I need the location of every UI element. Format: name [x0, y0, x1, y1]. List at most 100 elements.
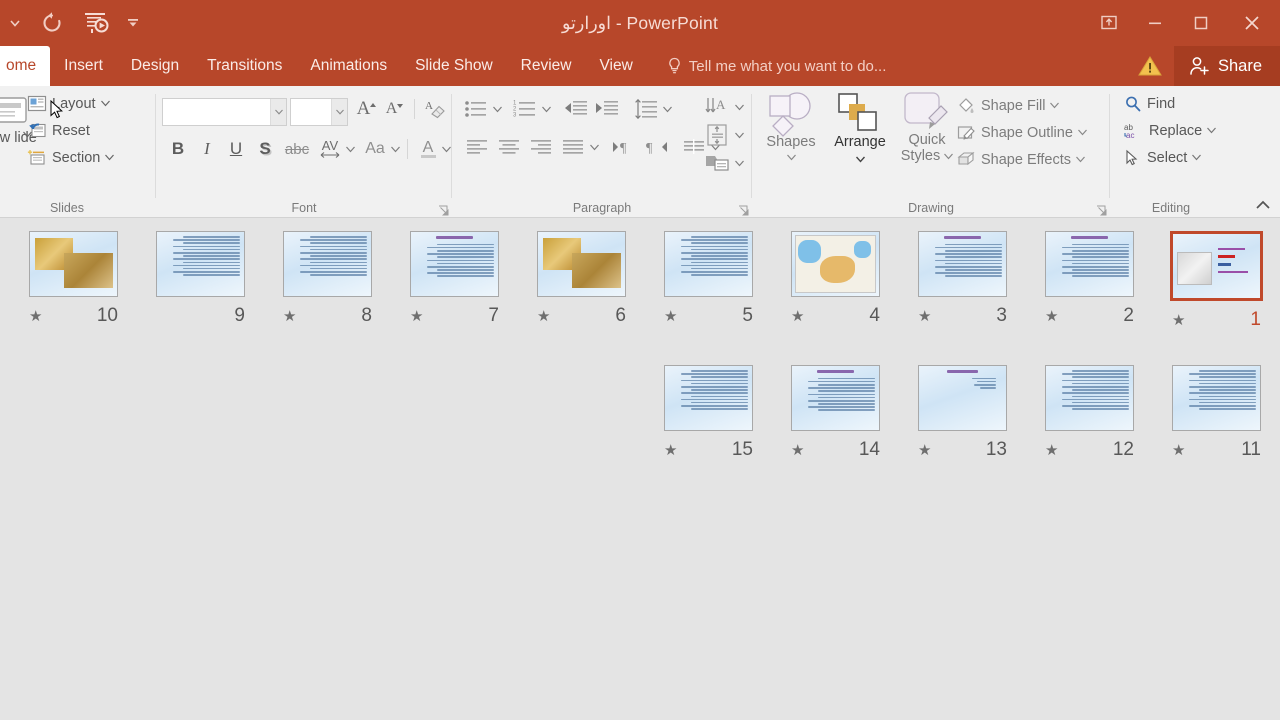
slide-thumbnail-image[interactable]	[791, 365, 880, 431]
slide-thumbnail-7[interactable]: ★ 7	[391, 219, 518, 353]
slide-thumbnail-15[interactable]: ★ 15	[645, 353, 772, 487]
start-slideshow-icon[interactable]	[74, 3, 118, 43]
bold-button[interactable]: B	[164, 136, 192, 162]
share-button[interactable]: Share	[1173, 46, 1280, 86]
slide-thumbnail-image[interactable]	[791, 231, 880, 297]
align-center-button[interactable]	[494, 134, 524, 160]
slide-thumbnail-6[interactable]: ★ 6	[518, 219, 645, 353]
slide-thumbnail-8[interactable]: ★ 8	[264, 219, 391, 353]
bullets-button[interactable]	[462, 96, 490, 122]
font-size-caret-icon[interactable]	[331, 99, 347, 125]
quick-styles-button[interactable]: Quick Styles	[896, 90, 958, 164]
slide-thumbnail-11[interactable]: ★ 11	[1153, 353, 1280, 487]
slide-thumbnail-image[interactable]	[1170, 231, 1263, 301]
character-spacing-button[interactable]: AV	[315, 136, 345, 162]
tab-design[interactable]: Design	[117, 46, 193, 86]
align-left-button[interactable]	[462, 134, 492, 160]
rtl-text-direction-button[interactable]: ¶	[641, 134, 671, 160]
slide-thumbnail-image[interactable]	[664, 231, 753, 297]
slide-thumbnail-image[interactable]	[1045, 365, 1134, 431]
slide-sorter-pane[interactable]: ★1★2★3★4★5★6★7★8★9★10 ★11★12★13★14★15	[0, 219, 1280, 720]
slide-thumbnail-13[interactable]: ★ 13	[899, 353, 1026, 487]
justify-button[interactable]	[558, 134, 588, 160]
slide-thumbnail-3[interactable]: ★ 3	[899, 219, 1026, 353]
shape-outline-button[interactable]: Shape Outline	[952, 119, 1091, 146]
autosave-dropdown-icon[interactable]	[0, 3, 30, 43]
numbering-button[interactable]: 1 2 3	[511, 96, 539, 122]
font-size-combo[interactable]	[290, 98, 348, 126]
align-text-button[interactable]	[702, 122, 732, 148]
font-name-caret-icon[interactable]	[270, 99, 286, 125]
italic-button[interactable]: I	[193, 136, 221, 162]
slide-thumbnail-12[interactable]: ★ 12	[1026, 353, 1153, 487]
drawing-dialog-launcher[interactable]	[1096, 204, 1108, 216]
collapse-ribbon-button[interactable]	[1252, 195, 1274, 215]
restore-button[interactable]	[1178, 0, 1224, 46]
decrease-indent-button[interactable]	[562, 96, 590, 122]
align-right-button[interactable]	[526, 134, 556, 160]
tell-me-search[interactable]: Tell me what you want to do...	[655, 46, 899, 86]
animation-star-icon[interactable]: ★	[283, 309, 296, 324]
shape-effects-button[interactable]: Shape Effects	[952, 146, 1091, 173]
animation-star-icon[interactable]: ★	[918, 309, 931, 324]
animation-star-icon[interactable]: ★	[791, 443, 804, 458]
slide-thumbnail-image[interactable]	[283, 231, 372, 297]
select-button[interactable]: Select	[1120, 144, 1220, 171]
change-case-button[interactable]: Aa	[360, 136, 390, 162]
find-button[interactable]: Find	[1120, 90, 1220, 117]
shape-fill-button[interactable]: Shape Fill	[952, 92, 1091, 119]
shapes-button[interactable]: Shapes	[760, 90, 822, 161]
paragraph-dialog-launcher[interactable]	[738, 204, 750, 216]
animation-star-icon[interactable]: ★	[918, 443, 931, 458]
slide-thumbnail-image[interactable]	[918, 365, 1007, 431]
slide-thumbnail-14[interactable]: ★ 14	[772, 353, 899, 487]
underline-button[interactable]: U	[222, 136, 250, 162]
animation-star-icon[interactable]: ★	[537, 309, 550, 324]
slide-thumbnail-image[interactable]	[410, 231, 499, 297]
tab-review[interactable]: Review	[507, 46, 586, 86]
animation-star-icon[interactable]: ★	[29, 309, 42, 324]
slide-thumbnail-image[interactable]	[29, 231, 118, 297]
slide-thumbnail-4[interactable]: ★ 4	[772, 219, 899, 353]
slide-thumbnail-image[interactable]	[156, 231, 245, 297]
tab-slide-show[interactable]: Slide Show	[401, 46, 507, 86]
animation-star-icon[interactable]: ★	[664, 443, 677, 458]
replace-button[interactable]: ab ac Replace	[1120, 117, 1220, 144]
close-button[interactable]	[1224, 0, 1280, 46]
animation-star-icon[interactable]: ★	[410, 309, 423, 324]
animation-star-icon[interactable]: ★	[1045, 443, 1058, 458]
increase-indent-button[interactable]	[593, 96, 621, 122]
ribbon-display-options-icon[interactable]	[1086, 0, 1132, 46]
strikethrough-button[interactable]: abc	[280, 136, 314, 162]
tab-transitions[interactable]: Transitions	[193, 46, 296, 86]
customize-quick-access-toolbar-icon[interactable]	[118, 3, 148, 43]
increase-font-size-button[interactable]: A	[354, 96, 380, 122]
layout-button[interactable]: Layout	[23, 90, 118, 117]
ltr-text-direction-button[interactable]: ¶	[609, 134, 639, 160]
line-spacing-button[interactable]	[632, 96, 660, 122]
tab-insert[interactable]: Insert	[50, 46, 117, 86]
slide-thumbnail-image[interactable]	[918, 231, 1007, 297]
slide-thumbnail-image[interactable]	[537, 231, 626, 297]
slide-thumbnail-image[interactable]	[1172, 365, 1261, 431]
animation-star-icon[interactable]: ★	[791, 309, 804, 324]
tab-home[interactable]: ome	[0, 46, 51, 86]
convert-to-smartart-button[interactable]	[702, 150, 732, 176]
reset-button[interactable]: Reset	[23, 117, 118, 144]
slide-thumbnail-10[interactable]: ★ 10	[10, 219, 137, 353]
tab-view[interactable]: View	[585, 46, 646, 86]
slide-thumbnail-image[interactable]	[664, 365, 753, 431]
slide-thumbnail-image[interactable]	[1045, 231, 1134, 297]
font-color-button[interactable]: A	[415, 136, 441, 162]
animation-star-icon[interactable]: ★	[1172, 313, 1185, 328]
animation-star-icon[interactable]: ★	[664, 309, 677, 324]
tab-animations[interactable]: Animations	[296, 46, 401, 86]
font-name-combo[interactable]	[162, 98, 287, 126]
decrease-font-size-button[interactable]: A	[382, 96, 408, 122]
arrange-button[interactable]: Arrange	[826, 90, 894, 163]
slide-thumbnail-5[interactable]: ★ 5	[645, 219, 772, 353]
text-shadow-button[interactable]: S	[251, 136, 279, 162]
animation-star-icon[interactable]: ★	[1045, 309, 1058, 324]
slide-thumbnail-9[interactable]: ★9	[137, 219, 264, 353]
undo-icon[interactable]	[30, 3, 74, 43]
